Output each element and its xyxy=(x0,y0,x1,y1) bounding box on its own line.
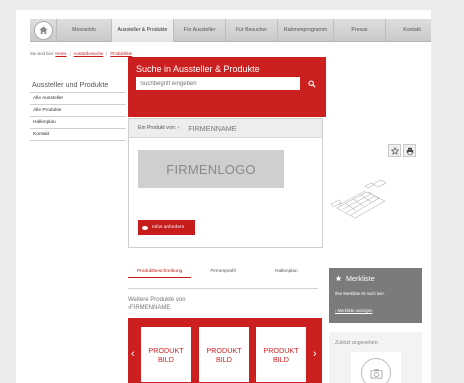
product-image-2[interactable]: PRODUKT BILD xyxy=(199,327,249,382)
breadcrumb-ausstellersuche[interactable]: Ausstellersuche xyxy=(74,51,104,56)
sidebar: Aussteller und Produkte Alle Aussteller … xyxy=(30,80,126,141)
home-button[interactable] xyxy=(30,19,56,42)
chevron-right-icon[interactable]: › xyxy=(313,348,317,360)
product-from-label: Ein Produkt von: › xyxy=(138,125,180,131)
request-info-button[interactable]: Infos anfordern xyxy=(138,220,195,235)
recently-viewed-title: Zuletzt angesehen xyxy=(335,340,378,346)
nav-item-fuer-besucher[interactable]: Für Besucher xyxy=(225,18,277,42)
breadcrumb: Sie sind hier: Home | Ausstellersuche | Prod… xyxy=(30,51,133,56)
more-products-label: Weitere Produkte von xyxy=(128,297,186,303)
chat-icon xyxy=(142,225,148,230)
sidebar-item-hallenplan[interactable]: Hallenplan xyxy=(30,116,126,128)
product-image-label: PRODUKT xyxy=(148,345,184,355)
product-image-3[interactable]: PRODUKT BILD xyxy=(256,327,306,382)
bookmark-button[interactable] xyxy=(388,144,401,157)
merkliste-title: Merkliste xyxy=(335,274,375,283)
product-detail-card: Ein Produkt von: › FIRMENNAME FIRMENLOGO… xyxy=(128,118,416,248)
search-title: Suche in Aussteller & Produkte xyxy=(136,64,260,74)
merkliste-show-link[interactable]: › Merkliste anzeigen xyxy=(335,308,372,313)
detail-tabs: Produktbeschreibung Firmenprofil Hallenp… xyxy=(128,266,318,278)
nav-item-messeinfo[interactable]: Messeinfo xyxy=(56,18,111,42)
star-icon xyxy=(335,275,342,282)
sidebar-title: Aussteller und Produkte xyxy=(32,80,109,89)
home-icon xyxy=(34,21,52,39)
sidebar-item-alle-produkte[interactable]: Alle Produkte xyxy=(30,104,126,116)
page: Messeinfo Aussteller & Produkte Für Auss… xyxy=(16,10,431,383)
merkliste-box: Merkliste Ihre Merkliste ist noch leer. … xyxy=(329,268,422,323)
merkliste-empty-text: Ihre Merkliste ist noch leer. xyxy=(335,291,385,296)
star-icon xyxy=(390,146,399,155)
more-products-firm-link[interactable]: ›FIRMENNAME xyxy=(128,304,186,312)
product-image-label: BILD xyxy=(158,354,174,364)
nav-item-aussteller-produkte[interactable]: Aussteller & Produkte xyxy=(111,18,173,42)
nav-item-presse[interactable]: Presse xyxy=(333,18,385,42)
breadcrumb-produktliste[interactable]: Produktliste xyxy=(110,51,132,56)
more-products-heading: Weitere Produkte von ›FIRMENNAME xyxy=(128,296,186,312)
search-icon xyxy=(308,79,316,88)
request-info-label: Infos anfordern xyxy=(152,225,185,230)
company-logo-placeholder: FIRMENLOGO xyxy=(138,150,284,188)
hall-map-thumbnail[interactable] xyxy=(329,174,387,220)
recently-viewed-box: Zuletzt angesehen xyxy=(329,332,422,383)
nav-item-rahmenprogramm[interactable]: Rahmenprogramm xyxy=(277,18,333,42)
product-image-label: BILD xyxy=(216,354,232,364)
tab-firmenprofil[interactable]: Firmenprofil xyxy=(191,266,254,278)
product-detail-header: Ein Produkt von: › FIRMENNAME xyxy=(129,119,322,138)
print-icon xyxy=(406,147,413,154)
firm-name-link[interactable]: FIRMENNAME xyxy=(188,124,236,133)
tab-hallenplan[interactable]: Hallenplan xyxy=(255,266,318,278)
breadcrumb-prefix: Sie sind hier: xyxy=(30,51,55,56)
nav-item-kontakt[interactable]: Kontakt xyxy=(385,18,431,42)
nav-item-fuer-aussteller[interactable]: Für Aussteller xyxy=(173,18,225,42)
product-image-label: PRODUKT xyxy=(206,345,242,355)
product-image-label: BILD xyxy=(273,354,289,364)
product-image-label: PRODUKT xyxy=(263,345,299,355)
chevron-left-icon[interactable]: ‹ xyxy=(131,348,135,360)
search-input[interactable] xyxy=(136,77,300,90)
search-panel: Suche in Aussteller & Produkte xyxy=(128,57,326,117)
sidebar-item-alle-aussteller[interactable]: Alle Aussteller xyxy=(30,92,126,104)
merkliste-title-text: Merkliste xyxy=(346,274,375,283)
product-carousel: ‹ PRODUKT BILD PRODUKT BILD PRODUKT BILD… xyxy=(128,318,322,383)
search-button[interactable] xyxy=(305,77,319,90)
camera-icon xyxy=(361,358,391,383)
sidebar-item-kontakt[interactable]: Kontakt xyxy=(30,128,126,141)
recently-viewed-thumbnail[interactable] xyxy=(351,352,401,383)
tab-divider xyxy=(128,288,318,289)
product-image-1[interactable]: PRODUKT BILD xyxy=(141,327,191,382)
tab-produktbeschreibung[interactable]: Produktbeschreibung xyxy=(128,266,192,278)
breadcrumb-home[interactable]: Home xyxy=(55,51,66,56)
top-navigation: Messeinfo Aussteller & Produkte Für Auss… xyxy=(30,18,431,42)
print-button[interactable] xyxy=(403,144,416,157)
